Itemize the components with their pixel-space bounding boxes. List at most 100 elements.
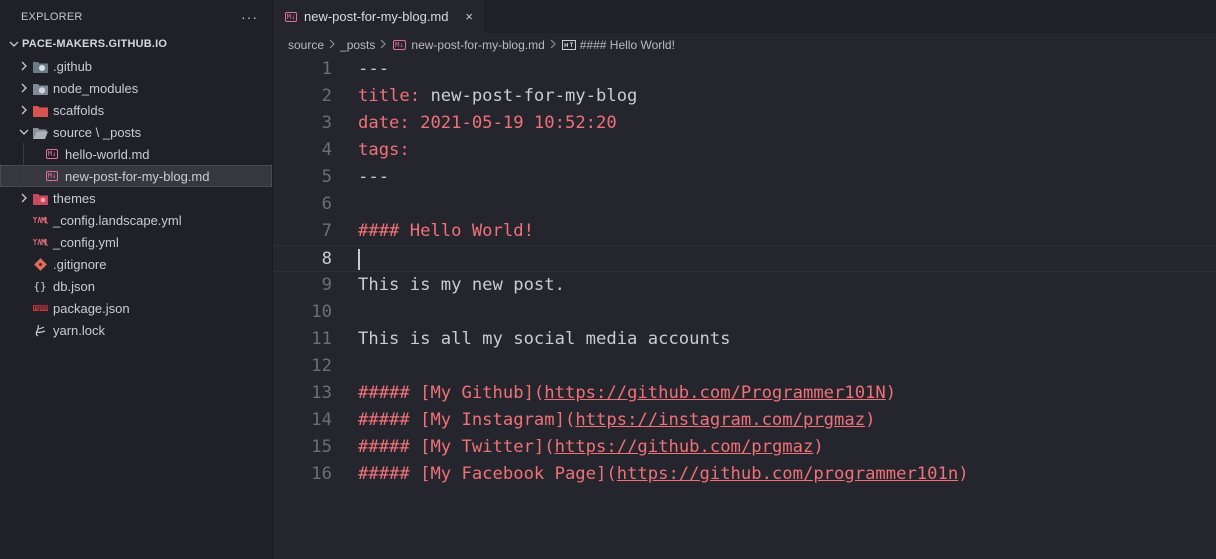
tree-item-new-post[interactable]: M↓ new-post-for-my-blog.md — [0, 165, 272, 187]
heading-symbol-icon — [561, 37, 577, 53]
tree-item-label: .gitignore — [53, 256, 107, 272]
line-number: 4 — [321, 140, 332, 160]
link-paren: ) — [865, 410, 876, 430]
explorer-sidebar: EXPLORER ··· PACE-MAKERS.GITHUB.IO .gith… — [0, 0, 273, 559]
line-content: ##### [My Instagram](https://instagram.c… — [358, 407, 875, 434]
line-content: tags: — [358, 137, 410, 164]
line-number: 15 — [311, 437, 332, 457]
tab-new-post[interactable]: M↓ new-post-for-my-blog.md × — [273, 0, 484, 33]
breadcrumb-item-posts[interactable]: _posts — [340, 38, 375, 52]
code-editor[interactable]: 1 --- 2 title: new-post-for-my-blog 3 date: 2… — [273, 56, 1216, 559]
folder-icon — [32, 102, 48, 118]
chevron-right-icon — [379, 39, 387, 52]
tree-item-label: node_modules — [53, 80, 139, 96]
chevron-right-icon — [16, 193, 32, 203]
code-line[interactable]: 13 ##### [My Github](https://github.com/P… — [273, 380, 1216, 407]
code-line[interactable]: 6 — [273, 191, 1216, 218]
code-line[interactable]: 15 ##### [My Twitter](https://github.com/… — [273, 434, 1216, 461]
workspace-root-label: PACE-MAKERS.GITHUB.IO — [22, 38, 168, 50]
line-number: 11 — [311, 329, 332, 349]
tree-item-label: _config.landscape.yml — [53, 212, 182, 228]
tree-item-gitignore[interactable]: .gitignore — [0, 253, 272, 275]
tree-item-node-modules[interactable]: node_modules — [0, 77, 272, 99]
code-line[interactable]: 7 #### Hello World! — [273, 218, 1216, 245]
chevron-down-icon — [16, 127, 32, 137]
code-line[interactable]: 5 --- — [273, 164, 1216, 191]
yaml-key: date: — [358, 113, 410, 133]
chevron-right-icon — [328, 39, 336, 52]
tree-item-label: new-post-for-my-blog.md — [65, 168, 210, 184]
heading-marker: ##### — [358, 437, 421, 457]
yaml-value: new-post-for-my-blog — [420, 86, 638, 106]
more-actions-button[interactable]: ··· — [241, 9, 258, 25]
line-number: 16 — [311, 464, 332, 484]
tree-item-themes[interactable]: themes — [0, 187, 272, 209]
tree-item-config-landscape[interactable]: _config.landscape.yml — [0, 209, 272, 231]
heading-marker: ##### — [358, 383, 421, 403]
code-line[interactable]: 9 This is my new post. — [273, 272, 1216, 299]
line-number: 10 — [311, 302, 332, 322]
markdown-icon: M↓ — [393, 40, 406, 50]
link-paren: ) — [813, 437, 824, 457]
line-number: 7 — [321, 221, 332, 241]
tree-item-config[interactable]: _config.yml — [0, 231, 272, 253]
line-content: --- — [358, 59, 390, 79]
line-number: 5 — [321, 167, 332, 187]
line-content: #### Hello World! — [358, 218, 534, 245]
tree-item-package-json[interactable]: package.json — [0, 297, 272, 319]
code-line[interactable]: 12 — [273, 353, 1216, 380]
tree-item-db-json[interactable]: {} db.json — [0, 275, 272, 297]
tree-item-hello-world[interactable]: M↓ hello-world.md — [0, 143, 272, 165]
line-content: This is my new post. — [358, 275, 565, 295]
tree-item-github[interactable]: .github — [0, 55, 272, 77]
explorer-title: EXPLORER — [21, 10, 83, 23]
link-text: [My Twitter] — [420, 437, 545, 457]
tree-item-source-posts[interactable]: source \ _posts — [0, 121, 272, 143]
text-cursor — [358, 249, 360, 270]
line-content: title: new-post-for-my-blog — [358, 83, 637, 110]
chevron-right-icon — [549, 39, 557, 52]
close-icon[interactable]: × — [465, 9, 473, 24]
tree-item-scaffolds[interactable]: scaffolds — [0, 99, 272, 121]
line-number: 2 — [321, 86, 332, 106]
breadcrumb-item-source[interactable]: source — [288, 38, 324, 52]
tree-item-yarn-lock[interactable]: yarn.lock — [0, 319, 272, 341]
node-folder-icon — [32, 80, 48, 96]
yarn-icon — [32, 322, 48, 338]
markdown-icon: M↓ — [45, 171, 59, 181]
breadcrumb-item-heading[interactable]: #### Hello World! — [580, 38, 675, 52]
code-line[interactable]: 3 date: 2021-05-19 10:52:20 — [273, 110, 1216, 137]
heading-marker: ##### — [358, 410, 421, 430]
folder-icon — [32, 190, 48, 206]
line-number: 9 — [321, 275, 332, 295]
link-paren: ) — [958, 464, 969, 484]
folder-open-icon — [32, 124, 48, 140]
link-paren: ( — [564, 410, 576, 430]
code-line[interactable]: 4 tags: — [273, 137, 1216, 164]
breadcrumb-item-file[interactable]: new-post-for-my-blog.md — [411, 38, 544, 52]
tree-item-label: yarn.lock — [53, 322, 106, 338]
yaml-key: tags: — [358, 140, 410, 160]
line-content: This is all my social media accounts — [358, 329, 731, 349]
link-paren: ( — [533, 383, 545, 403]
tree-item-label: source \ _posts — [53, 124, 142, 140]
line-number: 1 — [321, 59, 332, 79]
code-line[interactable]: 11 This is all my social media accounts — [273, 326, 1216, 353]
code-line[interactable]: 2 title: new-post-for-my-blog — [273, 83, 1216, 110]
code-line[interactable]: 16 ##### [My Facebook Page](https://githu… — [273, 461, 1216, 488]
json-icon: {} — [33, 279, 47, 293]
code-line[interactable]: 10 — [273, 299, 1216, 326]
line-content: ##### [My Facebook Page](https://github.… — [358, 461, 969, 488]
code-line[interactable]: 14 ##### [My Instagram](https://instagram… — [273, 407, 1216, 434]
line-number: 12 — [311, 356, 332, 376]
code-line[interactable]: 1 --- — [273, 56, 1216, 83]
yaml-icon — [32, 212, 48, 228]
code-line[interactable]: 8 — [273, 245, 1216, 272]
line-content: ##### [My Github](https://github.com/Pro… — [358, 380, 896, 407]
github-folder-icon — [32, 58, 48, 74]
line-number: 13 — [311, 383, 332, 403]
line-number: 14 — [311, 410, 332, 430]
workspace-root[interactable]: PACE-MAKERS.GITHUB.IO — [0, 33, 272, 55]
markdown-icon: M↓ — [45, 149, 59, 159]
link-text: [My Github] — [420, 383, 534, 403]
